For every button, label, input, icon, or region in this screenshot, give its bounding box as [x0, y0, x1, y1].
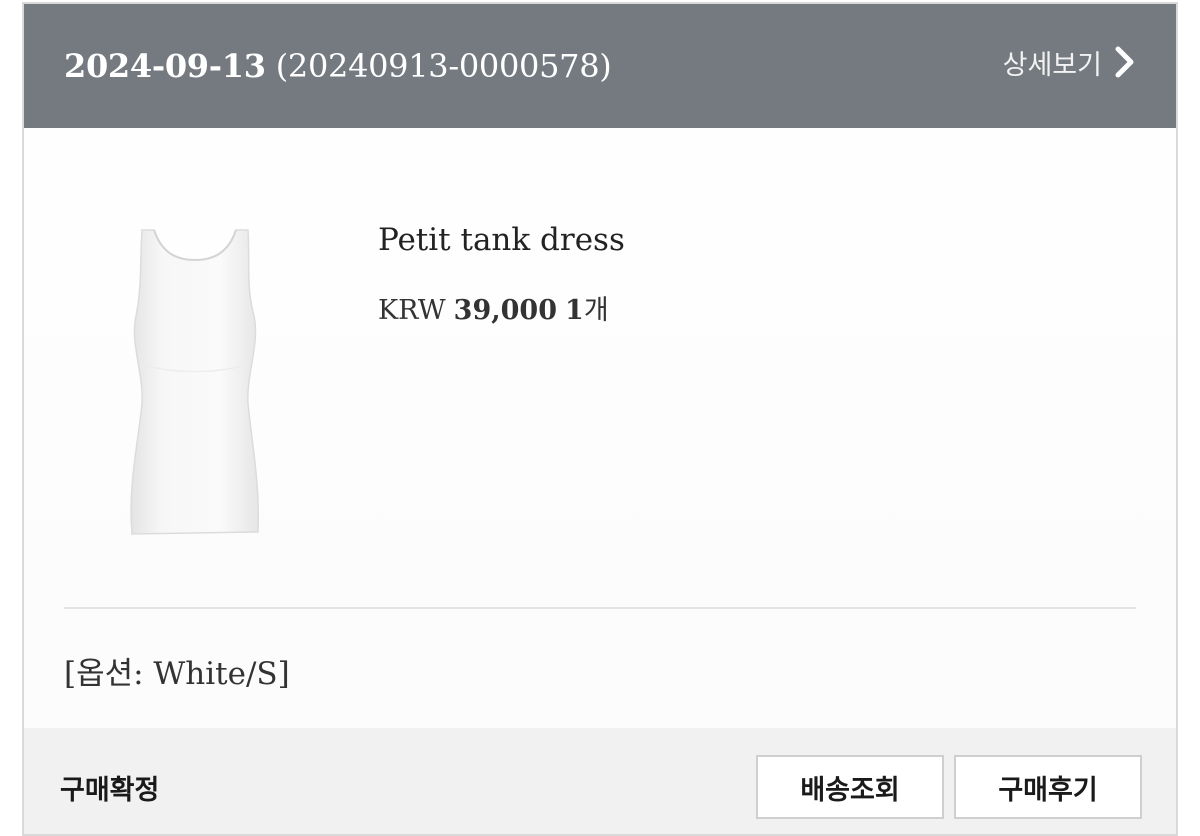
price-currency: KRW [378, 295, 446, 326]
product-price-line: KRW 39,000 1개 [378, 288, 609, 327]
order-card: 2024-09-13 (20240913-0000578) 상세보기 Petit… [22, 2, 1178, 836]
chevron-right-icon [1115, 46, 1134, 78]
order-number: (20240913-0000578) [275, 47, 612, 85]
product-name[interactable]: Petit tank dress [378, 222, 625, 258]
view-details-label: 상세보기 [1002, 49, 1102, 81]
product-row: Petit tank dress KRW 39,000 1개 [24, 128, 1176, 608]
quantity-value: 1 [565, 295, 584, 326]
write-review-button[interactable]: 구매후기 [954, 755, 1142, 819]
order-header: 2024-09-13 (20240913-0000578) 상세보기 [24, 4, 1176, 128]
product-option: [옵션: White/S] [64, 656, 290, 692]
order-status: 구매확정 [60, 775, 160, 806]
section-divider [64, 607, 1136, 609]
view-details-link[interactable]: 상세보기 [1003, 43, 1136, 82]
product-thumbnail[interactable] [120, 224, 270, 544]
quantity-unit: 개 [583, 295, 609, 326]
price-amount: 39,000 [453, 295, 558, 326]
order-date: 2024-09-13 [64, 47, 266, 85]
order-summary: 2024-09-13 (20240913-0000578) [64, 47, 612, 85]
track-delivery-button[interactable]: 배송조회 [756, 755, 944, 819]
order-footer: 구매확정 배송조회 구매후기 [24, 728, 1176, 834]
